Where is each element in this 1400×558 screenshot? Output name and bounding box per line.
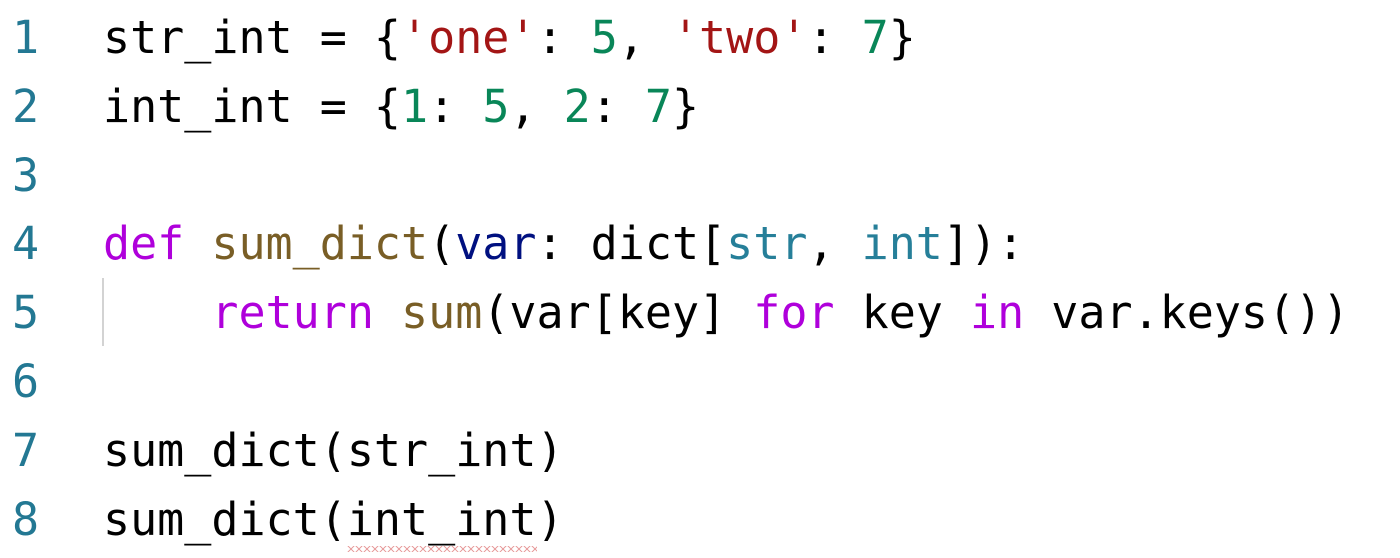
code-line[interactable]: 8 sum_dict(int_int) [0,485,1400,554]
line-number: 4 [12,217,40,270]
line-number: 6 [12,355,40,408]
code-line[interactable]: 4 def sum_dict(var: dict[str, int]): [0,209,1400,278]
code-token: var.keys()) [1024,286,1350,339]
code-text[interactable]: return sum(var[key] for key in var.keys(… [103,278,1349,347]
code-token: 5 [482,80,510,133]
code-token: 1 [401,80,429,133]
line-number: 1 [12,11,40,64]
code-token: ( [319,424,347,477]
line-number: 7 [12,424,40,477]
line-number: 2 [12,80,40,133]
code-line[interactable]: 5 return sum(var[key] for key in var.key… [0,278,1400,347]
code-token: : dict[ [536,217,727,270]
code-token: int_int [103,80,293,133]
code-line[interactable]: 3 [0,141,1400,210]
code-token: ( [319,493,347,546]
code-token: sum_dict [103,493,320,546]
code-text[interactable]: str_int = {'one': 5, 'two': 7} [103,3,916,72]
code-token: : [428,80,483,133]
code-editor[interactable]: 1 str_int = {'one': 5, 'two': 7} 2 int_int … [0,0,1400,558]
code-token: return [211,286,374,339]
code-token: str_int [103,11,293,64]
code-token: sum [401,286,483,339]
code-token: def [103,217,185,270]
code-token: 7 [861,11,889,64]
code-token: } [671,80,700,133]
code-line[interactable]: 1 str_int = {'one': 5, 'two': 7} [0,3,1400,72]
code-token: var [455,217,537,270]
error-squiggle-token: int_int [346,485,537,554]
line-number: 5 [12,286,40,339]
code-token: : [590,80,645,133]
code-line[interactable]: 2 int_int = {1: 5, 2: 7} [0,72,1400,141]
code-token: str [726,217,808,270]
code-token: : [536,11,591,64]
code-token: , [807,217,862,270]
code-text[interactable]: sum_dict(str_int) [103,416,564,485]
code-token: ]): [942,217,1025,270]
code-token: for [753,286,835,339]
code-text[interactable]: int_int = {1: 5, 2: 7} [103,72,699,141]
code-token: 7 [644,80,672,133]
code-token: ) [536,424,564,477]
code-token: } [888,11,916,64]
code-token: = { [292,80,402,133]
code-text[interactable]: sum_dict(int_int) [103,485,564,554]
code-token: = { [292,11,402,64]
code-token: , [617,11,672,64]
line-number: 3 [12,149,40,202]
code-line[interactable]: 7 sum_dict(str_int) [0,416,1400,485]
line-number: 8 [12,493,40,546]
code-token: ) [536,493,564,546]
code-token: 2 [563,80,591,133]
code-token: in [970,286,1025,339]
code-token: str_int [346,424,537,477]
code-token: : [807,11,862,64]
code-line[interactable]: 6 [0,347,1400,416]
code-token: (var[key] [482,286,754,339]
code-token: 'one' [401,11,537,64]
code-token: int [861,217,943,270]
code-token: ( [428,217,456,270]
code-token: , [509,80,564,133]
code-token: sum_dict [103,424,320,477]
code-token: 5 [590,11,618,64]
code-token: sum_dict [211,217,429,270]
code-token: key [834,286,970,339]
code-text[interactable]: def sum_dict(var: dict[str, int]): [103,209,1024,278]
code-token: 'two' [671,11,808,64]
